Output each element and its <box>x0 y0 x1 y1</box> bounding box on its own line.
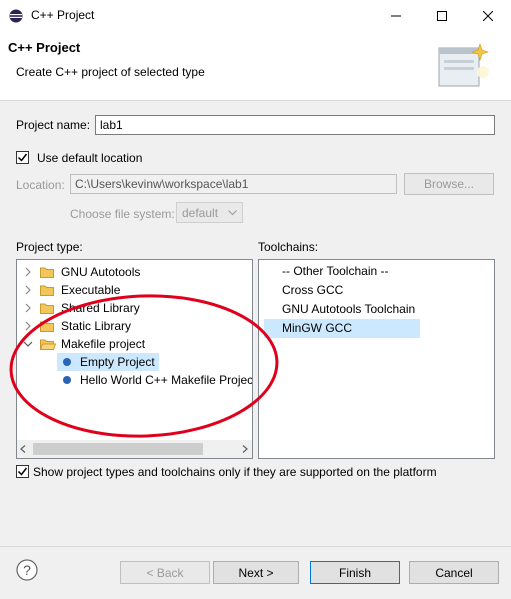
toolchain-item-label: GNU Autotools Toolchain <box>282 302 416 316</box>
filter-supported-checkbox[interactable] <box>16 465 29 478</box>
maximize-button[interactable] <box>419 0 465 32</box>
cancel-button[interactable]: Cancel <box>409 561 499 584</box>
close-button[interactable] <box>465 0 511 32</box>
toolchain-item[interactable]: MinGW GCC <box>264 319 420 338</box>
wizard-description: Create C++ project of selected type <box>16 65 205 79</box>
browse-button[interactable]: Browse... <box>404 173 494 195</box>
location-input[interactable]: C:\Users\kevinw\workspace\lab1 <box>70 174 397 194</box>
toolchain-item[interactable]: GNU Autotools Toolchain <box>264 300 420 319</box>
tree-item-label: GNU Autotools <box>61 265 141 279</box>
scroll-left-arrow-icon[interactable] <box>20 445 26 453</box>
annotation-ellipse <box>9 294 279 438</box>
eclipse-app-icon <box>9 9 23 23</box>
next-button[interactable]: Next > <box>213 561 299 584</box>
toolchain-item-label: Cross GCC <box>282 283 344 297</box>
toolchain-item[interactable]: -- Other Toolchain -- <box>264 262 420 281</box>
back-button[interactable]: < Back <box>120 561 210 584</box>
close-icon <box>483 11 493 21</box>
checkmark-icon <box>17 153 28 162</box>
checkmark-icon <box>17 467 28 476</box>
toolchain-item-label: MinGW GCC <box>282 321 352 335</box>
toolchain-item[interactable]: Cross GCC <box>264 281 420 300</box>
svg-text:?: ? <box>23 562 31 578</box>
chevron-right-icon[interactable] <box>23 267 33 277</box>
file-system-select-value: default <box>182 206 219 220</box>
maximize-icon <box>437 11 447 21</box>
finish-button[interactable]: Finish <box>310 561 400 584</box>
project-name-input[interactable]: lab1 <box>95 115 495 135</box>
wizard-title: C++ Project <box>8 40 81 55</box>
folder-icon <box>40 267 54 278</box>
help-icon[interactable]: ? <box>16 559 38 581</box>
minimize-button[interactable] <box>373 0 419 32</box>
toolchain-item-label: -- Other Toolchain -- <box>282 264 389 278</box>
project-name-label: Project name: <box>16 118 91 132</box>
toolchains-list[interactable]: -- Other Toolchain -- Cross GCC GNU Autoto… <box>258 259 495 459</box>
filter-supported-label: Show project types and toolchains only i… <box>33 465 437 479</box>
scrollbar-thumb[interactable] <box>33 443 203 455</box>
chevron-down-icon <box>228 210 237 216</box>
new-project-wizard-icon <box>438 43 489 87</box>
scroll-right-arrow-icon[interactable] <box>242 445 248 453</box>
choose-file-system-label: Choose file system: <box>70 207 175 221</box>
toolchains-label: Toolchains: <box>258 240 319 254</box>
location-label: Location: <box>16 178 65 192</box>
use-default-location-checkbox[interactable] <box>16 151 29 164</box>
minimize-icon <box>391 15 401 17</box>
use-default-location-label: Use default location <box>37 151 143 165</box>
horizontal-scrollbar[interactable] <box>17 440 252 458</box>
window-title: C++ Project <box>31 8 95 22</box>
project-type-label: Project type: <box>16 240 83 254</box>
file-system-select[interactable]: default <box>176 202 243 223</box>
tree-item-folder[interactable]: GNU Autotools <box>17 263 252 281</box>
